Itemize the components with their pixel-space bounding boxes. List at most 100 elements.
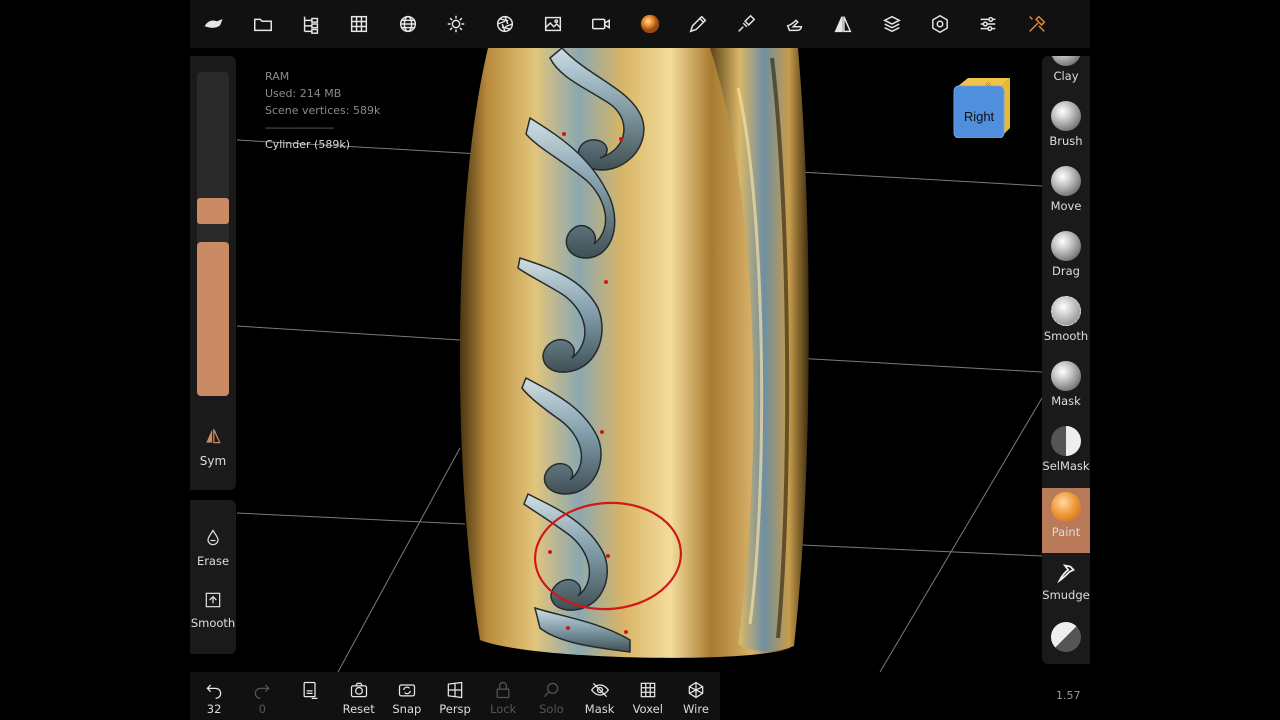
scene-info: RAM Used: 214 MB Scene vertices: 589k --… xyxy=(265,68,380,153)
perspective-icon xyxy=(447,681,463,699)
move-icon xyxy=(1051,166,1081,196)
tool-label: SelMask xyxy=(1042,459,1090,473)
tool-label: Mask xyxy=(1051,394,1081,408)
material-ball-icon xyxy=(640,14,659,34)
smooth-modifier-button[interactable]: Smooth xyxy=(190,590,240,630)
material-button[interactable] xyxy=(384,0,432,48)
stencil-button[interactable] xyxy=(771,0,819,48)
history-button[interactable] xyxy=(286,672,334,720)
hammer-wrench-icon xyxy=(1028,15,1046,32)
reset-button[interactable]: Reset xyxy=(335,672,383,720)
files-button[interactable] xyxy=(238,0,286,48)
snap-camera-icon xyxy=(398,684,415,697)
radius-slider-handle[interactable] xyxy=(197,198,229,224)
tool-brush[interactable]: Brush xyxy=(1042,97,1090,162)
redo-count: 0 xyxy=(258,702,266,716)
hand-pointer-icon xyxy=(786,19,803,32)
sliders-icon xyxy=(981,16,996,32)
tool-label: Smooth xyxy=(1043,329,1089,343)
symmetry-button[interactable] xyxy=(819,0,867,48)
tool-label: Smudge xyxy=(1042,588,1090,602)
video-camera-icon xyxy=(592,18,611,30)
mask-icon xyxy=(1051,361,1081,391)
tool-mask[interactable]: Mask xyxy=(1042,357,1090,422)
ram-label: RAM xyxy=(265,70,290,83)
sphere-wire-icon xyxy=(399,15,416,33)
lock-button[interactable]: Lock xyxy=(479,672,527,720)
symmetry-icon xyxy=(206,429,221,444)
tool-label: Move xyxy=(1050,199,1082,213)
background-button[interactable] xyxy=(529,0,577,48)
aperture-icon xyxy=(496,15,513,33)
sym-button[interactable]: Sym xyxy=(190,426,236,468)
voxel-button[interactable]: Voxel xyxy=(624,672,672,720)
brush-settings-panel: Sym xyxy=(190,56,236,490)
snap-button[interactable]: Snap xyxy=(383,672,431,720)
grid-icon xyxy=(640,682,656,698)
wireframe-sphere-icon xyxy=(688,681,704,699)
tools-button[interactable] xyxy=(1013,0,1061,48)
lock-label: Lock xyxy=(490,702,517,716)
mask-toggle-button[interactable]: Mask xyxy=(576,672,624,720)
grid-icon xyxy=(351,15,368,33)
symmetry-icon xyxy=(834,16,852,33)
drop-icon xyxy=(207,529,219,546)
solo-button[interactable]: Solo xyxy=(527,672,575,720)
interface-button[interactable] xyxy=(964,0,1012,48)
pen-icon xyxy=(689,15,707,33)
brush-tool-icon xyxy=(738,14,756,32)
zoom-level: 1.57 xyxy=(1056,689,1081,702)
camera-reset-icon xyxy=(350,682,367,698)
navigation-cube[interactable]: Right ◇ xyxy=(952,76,1010,138)
camera-settings-button[interactable] xyxy=(480,0,528,48)
tool-label: Drag xyxy=(1052,264,1080,278)
flatten-icon xyxy=(1051,622,1081,652)
tool-move[interactable]: Move xyxy=(1042,162,1090,227)
tool-smooth[interactable]: Smooth xyxy=(1042,292,1090,357)
settings-button[interactable] xyxy=(916,0,964,48)
layers-button[interactable] xyxy=(867,0,915,48)
tool-settings-button[interactable] xyxy=(722,0,770,48)
smooth-icon xyxy=(1051,296,1081,326)
tool-panel: Clay Brush Move Drag Smooth Mask SelMask… xyxy=(1042,56,1090,664)
sym-label: Sym xyxy=(199,454,227,468)
lighting-button[interactable] xyxy=(432,0,480,48)
topology-button[interactable] xyxy=(335,0,383,48)
wire-label: Wire xyxy=(683,702,709,716)
tool-drag[interactable]: Drag xyxy=(1042,227,1090,292)
logo-button[interactable] xyxy=(190,0,238,48)
lock-icon xyxy=(496,681,510,699)
upload-box-icon xyxy=(205,592,221,608)
tool-smudge[interactable]: Smudge xyxy=(1042,553,1090,618)
tool-selmask[interactable]: SelMask xyxy=(1042,422,1090,487)
paint-material-button[interactable] xyxy=(626,0,674,48)
ram-used: Used: 214 MB xyxy=(265,87,342,100)
object-name[interactable]: Cylinder (589k) xyxy=(265,136,380,153)
layers-icon xyxy=(882,15,901,33)
tool-paint[interactable]: Paint xyxy=(1042,488,1090,553)
logo-icon xyxy=(204,19,223,28)
video-button[interactable] xyxy=(577,0,625,48)
erase-button[interactable]: Erase xyxy=(190,528,240,568)
tool-label: Brush xyxy=(1049,134,1083,148)
image-icon xyxy=(544,16,561,32)
stroke-button[interactable] xyxy=(674,0,722,48)
tool-label: Clay xyxy=(1053,69,1079,83)
wire-button[interactable]: Wire xyxy=(672,672,720,720)
redo-button[interactable]: 0 xyxy=(238,672,286,720)
erase-label: Erase xyxy=(196,554,230,568)
search-icon xyxy=(544,682,559,698)
hierarchy-icon xyxy=(303,16,319,34)
redo-icon xyxy=(255,684,270,699)
scene-button[interactable] xyxy=(287,0,335,48)
undo-count: 32 xyxy=(206,702,222,716)
intensity-slider[interactable] xyxy=(197,242,229,396)
undo-icon xyxy=(206,684,222,699)
tool-flatten[interactable] xyxy=(1042,618,1090,664)
persp-button[interactable]: Persp xyxy=(431,672,479,720)
nomad-sculpt-app: RAM Used: 214 MB Scene vertices: 589k --… xyxy=(190,0,1090,720)
voxel-label: Voxel xyxy=(632,702,663,716)
tool-clay[interactable]: Clay xyxy=(1042,56,1090,97)
undo-button[interactable]: 32 xyxy=(190,672,238,720)
folder-icon xyxy=(253,18,272,32)
